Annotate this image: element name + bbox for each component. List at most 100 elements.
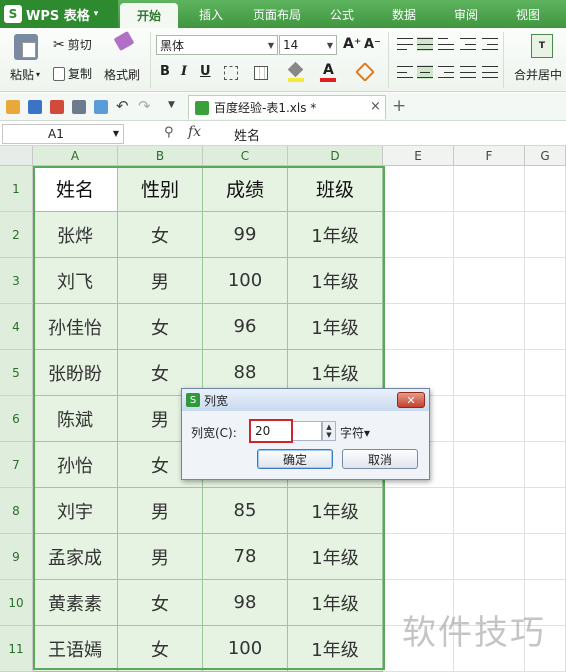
column-width-input-area[interactable] [293,421,322,441]
empty-cell[interactable] [383,488,454,534]
cut-button[interactable]: ✂ 剪切 [53,36,92,53]
row-header-3[interactable]: 3 [0,258,33,304]
row-header-11[interactable]: 11 [0,626,33,672]
row-header-6[interactable]: 6 [0,396,33,442]
empty-cell[interactable] [525,166,566,212]
indent-increase-icon[interactable] [482,37,498,51]
font-color-icon[interactable]: A [320,62,336,82]
ok-button[interactable]: 确定 [257,449,333,469]
empty-cell[interactable] [454,212,525,258]
redo-icon[interactable]: ↷ [138,97,151,115]
column-width-input[interactable]: 20 [249,419,293,443]
empty-cell[interactable] [454,166,525,212]
column-header-b[interactable]: B [118,146,203,166]
column-header-e[interactable]: E [383,146,454,166]
underline-button[interactable]: U [200,64,211,79]
empty-cell[interactable] [454,442,525,488]
table-cell[interactable]: 黄素素 [33,580,118,626]
empty-cell[interactable] [525,534,566,580]
merge-center-icon[interactable]: T [531,34,553,58]
close-icon[interactable]: ✕ [397,392,425,408]
table-header-cell[interactable]: 姓名 [33,166,118,212]
border-icon[interactable] [224,66,238,80]
table-cell[interactable]: 1年级 [288,488,383,534]
customize-toolbar-icon[interactable]: ▼ [168,100,175,110]
empty-cell[interactable] [525,212,566,258]
empty-cell[interactable] [525,304,566,350]
align-left-icon[interactable] [397,65,413,79]
print-icon[interactable] [72,100,86,114]
row-header-10[interactable]: 10 [0,580,33,626]
align-center-icon[interactable] [417,65,433,79]
empty-cell[interactable] [383,534,454,580]
table-cell[interactable]: 女 [118,212,203,258]
zoom-lookup-icon[interactable]: ⚲ [164,125,174,140]
empty-cell[interactable] [454,396,525,442]
tab-view[interactable]: 视图 [504,0,552,28]
format-painter-button[interactable]: 格式刷 [104,66,140,83]
column-header-c[interactable]: C [203,146,288,166]
unit-dropdown[interactable]: 字符▾ [340,424,370,441]
empty-cell[interactable] [454,258,525,304]
table-cell[interactable]: 男 [118,488,203,534]
dialog-title-bar[interactable]: S 列宽 [182,389,429,411]
copy-button[interactable]: 复制 [53,65,92,82]
insert-function-button[interactable]: fx [188,124,201,140]
table-cell[interactable]: 1年级 [288,212,383,258]
style-icon[interactable] [355,62,375,82]
align-justify-icon[interactable] [460,65,476,79]
column-header-a[interactable]: A [33,146,118,166]
table-cell[interactable]: 王语嫣 [33,626,118,672]
tab-page-layout[interactable]: 页面布局 [244,0,310,28]
column-header-f[interactable]: F [454,146,525,166]
table-cell[interactable]: 孙怡 [33,442,118,488]
table-cell[interactable]: 1年级 [288,304,383,350]
shrink-font-button[interactable]: A⁻ [364,37,381,52]
empty-cell[interactable] [383,304,454,350]
table-cell[interactable]: 100 [203,626,288,672]
table-cell[interactable]: 刘飞 [33,258,118,304]
tab-home[interactable]: 开始 [120,3,178,28]
paste-icon[interactable] [14,34,38,60]
table-cell[interactable]: 陈斌 [33,396,118,442]
empty-cell[interactable] [454,488,525,534]
empty-cell[interactable] [454,350,525,396]
distributed-align-icon[interactable] [482,65,498,79]
align-right-icon[interactable] [438,65,454,79]
app-menu-button[interactable]: S WPS 表格 ▾ [0,0,118,28]
name-box[interactable]: A1 ▼ [2,124,124,144]
indent-decrease-icon[interactable] [460,37,476,51]
stepper-up-icon[interactable]: ▲ [326,423,331,431]
table-cell[interactable]: 78 [203,534,288,580]
document-tab[interactable]: 百度经验-表1.xls * [188,95,386,119]
row-header-4[interactable]: 4 [0,304,33,350]
table-cell[interactable]: 男 [118,258,203,304]
empty-cell[interactable] [525,258,566,304]
table-cell[interactable]: 女 [118,580,203,626]
empty-cell[interactable] [383,258,454,304]
empty-cell[interactable] [525,396,566,442]
close-tab-icon[interactable]: × [370,99,381,114]
align-bottom-icon[interactable] [438,37,454,51]
row-header-7[interactable]: 7 [0,442,33,488]
row-header-2[interactable]: 2 [0,212,33,258]
undo-icon[interactable]: ↶ [116,97,129,115]
open-icon[interactable] [6,100,20,114]
stepper-down-icon[interactable]: ▼ [326,431,331,439]
table-header-cell[interactable]: 班级 [288,166,383,212]
row-header-1[interactable]: 1 [0,166,33,212]
font-size-select[interactable]: 14 ▼ [279,35,337,55]
bold-button[interactable]: B [160,64,170,79]
empty-cell[interactable] [383,212,454,258]
cell-border-icon[interactable] [254,66,268,80]
align-middle-icon[interactable] [417,37,433,51]
table-cell[interactable]: 100 [203,258,288,304]
paste-button[interactable]: 粘贴 ▾ [10,66,40,83]
empty-cell[interactable] [525,442,566,488]
align-top-icon[interactable] [397,37,413,51]
empty-cell[interactable] [454,304,525,350]
table-cell[interactable]: 男 [118,534,203,580]
export-pdf-icon[interactable] [50,100,64,114]
table-cell[interactable]: 女 [118,304,203,350]
empty-cell[interactable] [525,350,566,396]
